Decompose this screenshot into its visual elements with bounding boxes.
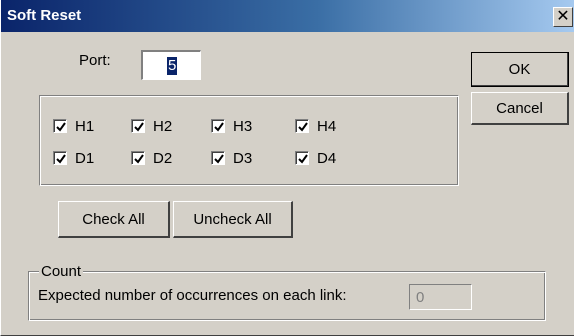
close-button[interactable]: ✕	[553, 7, 573, 27]
window-title: Soft Reset	[7, 7, 82, 24]
occurrences-value: 0	[416, 289, 425, 306]
checkbox-h1-label: H1	[75, 118, 95, 135]
checkbox-h3-box[interactable]	[211, 119, 225, 133]
checkmark-icon	[134, 154, 144, 164]
ok-button[interactable]: OK	[471, 52, 569, 87]
checkbox-d4-box[interactable]	[295, 151, 309, 165]
checkbox-h4-box[interactable]	[295, 119, 309, 133]
count-legend: Count	[39, 263, 84, 280]
check-all-button[interactable]: Check All	[58, 201, 170, 238]
checkmark-icon	[298, 122, 308, 132]
occurrences-label: Expected number of occurrences on each l…	[38, 287, 347, 304]
checkmark-icon	[298, 154, 308, 164]
close-icon[interactable]: ✕	[556, 8, 569, 25]
checkbox-h1-box[interactable]	[53, 119, 67, 133]
occurrences-input[interactable]: 0	[409, 284, 472, 310]
port-value[interactable]: 5	[167, 57, 178, 75]
cancel-button[interactable]: Cancel	[471, 92, 569, 125]
checkbox-h4-label: H4	[317, 118, 337, 135]
checkmark-icon	[214, 122, 224, 132]
checkmark-icon	[134, 122, 144, 132]
checkbox-d2-box[interactable]	[131, 151, 145, 165]
port-label: Port:	[79, 52, 111, 69]
checkbox-d3-label: D3	[233, 150, 253, 167]
soft-reset-dialog: Soft Reset ✕ Port: 5 OK Cancel H1 H2 H3 …	[0, 0, 574, 336]
title-bar[interactable]: Soft Reset ✕	[1, 0, 574, 32]
checkmark-icon	[56, 122, 66, 132]
checkbox-h3-label: H3	[233, 118, 253, 135]
checkbox-d3-box[interactable]	[211, 151, 225, 165]
checkbox-h2-box[interactable]	[131, 119, 145, 133]
checkbox-d4-label: D4	[317, 150, 337, 167]
checkmark-icon	[56, 154, 66, 164]
port-input[interactable]: 5	[141, 50, 201, 80]
checkmark-icon	[214, 154, 224, 164]
checkbox-h2-label: H2	[153, 118, 173, 135]
checkbox-d2-label: D2	[153, 150, 173, 167]
checkbox-d1-box[interactable]	[53, 151, 67, 165]
uncheck-all-button[interactable]: Uncheck All	[173, 201, 293, 238]
checkbox-group	[39, 95, 459, 186]
checkbox-d1-label: D1	[75, 150, 95, 167]
